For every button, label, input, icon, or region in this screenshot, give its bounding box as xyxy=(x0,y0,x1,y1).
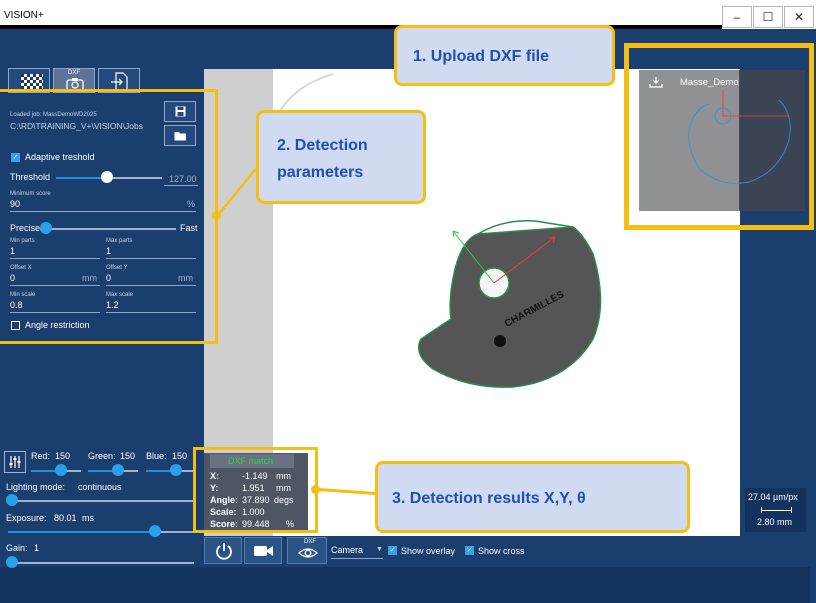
chevron-down-icon[interactable]: ▼ xyxy=(376,546,383,553)
window-title: VISION+ xyxy=(4,10,44,21)
close-button[interactable]: ✕ xyxy=(784,6,814,28)
record-video-button[interactable] xyxy=(244,537,282,564)
show-cross-checkbox[interactable]: ✓ xyxy=(465,546,474,555)
source-select-underline xyxy=(331,558,383,559)
red-slider-handle[interactable] xyxy=(55,464,67,476)
lighting-mode-label: Lighting mode: xyxy=(6,482,66,492)
green-label: Green: xyxy=(88,451,116,461)
green-slider-handle[interactable] xyxy=(112,464,124,476)
maximize-button[interactable]: ☐ xyxy=(753,6,783,28)
power-icon xyxy=(216,543,232,560)
lighting-mode-handle[interactable] xyxy=(6,494,18,506)
dxf-upload-highlight xyxy=(624,43,814,230)
show-cross-label: Show cross xyxy=(478,546,525,556)
blue-slider-handle[interactable] xyxy=(170,464,182,476)
show-overlay-label: Show overlay xyxy=(401,546,456,556)
lighting-settings-button[interactable] xyxy=(4,451,26,473)
scale-bar-left-tick xyxy=(761,507,762,513)
red-value: 150 xyxy=(55,451,71,461)
app-footer xyxy=(0,567,810,603)
lighting-mode-value[interactable]: continuous xyxy=(78,482,122,492)
checkerboard-icon xyxy=(21,74,43,90)
eye-icon xyxy=(298,548,318,558)
gain-slider-handle[interactable] xyxy=(6,556,18,568)
exposure-value: 80.01 xyxy=(54,513,77,523)
red-label: Red: xyxy=(31,451,51,461)
callout-upload-text: 1. Upload DXF file xyxy=(413,48,550,65)
callout-results-text: 3. Detection results X,Y, θ xyxy=(392,490,586,507)
minimize-button[interactable]: – xyxy=(722,6,752,28)
eye-dxf-badge: DXF xyxy=(304,539,316,545)
sliders-icon xyxy=(9,456,21,468)
callout-anchor-3 xyxy=(311,485,320,494)
exposure-slider-handle[interactable] xyxy=(149,525,161,537)
callout-detection-line1: 2. Detection xyxy=(277,137,368,154)
video-camera-icon xyxy=(254,546,273,556)
scale-length: 2.80 mm xyxy=(757,517,793,527)
gain-slider-track[interactable] xyxy=(8,562,194,564)
blue-value: 150 xyxy=(172,451,188,461)
scale-indicator: 27.04 µm/px 2.80 mm xyxy=(745,488,806,532)
callout-detection-params: 2. Detection parameters xyxy=(256,110,426,204)
results-highlight xyxy=(193,447,318,533)
callout-anchor-2 xyxy=(212,211,221,220)
scale-resolution: 27.04 µm/px xyxy=(748,492,798,502)
scale-bar xyxy=(761,510,791,511)
dxf-badge: DXF xyxy=(68,70,80,76)
scale-bar-right-tick xyxy=(791,507,792,513)
callout-detection-line2: parameters xyxy=(277,164,364,181)
exposure-slider-fill xyxy=(8,531,154,533)
gain-label: Gain: xyxy=(6,543,28,553)
power-button[interactable] xyxy=(204,537,242,564)
callout-upload-dxf: 1. Upload DXF file xyxy=(394,25,615,86)
exposure-label: Exposure: xyxy=(6,513,47,523)
show-overlay-checkbox[interactable]: ✓ xyxy=(388,546,397,555)
exposure-unit: ms xyxy=(82,513,94,523)
green-value: 150 xyxy=(120,451,136,461)
lighting-mode-track[interactable] xyxy=(8,500,194,502)
gain-value: 1 xyxy=(34,543,40,553)
callout-detection-results: 3. Detection results X,Y, θ xyxy=(375,461,690,533)
source-select[interactable]: Camera xyxy=(331,545,363,555)
detection-params-highlight xyxy=(0,89,218,344)
blue-label: Blue: xyxy=(146,451,167,461)
show-dxf-overlay-button[interactable]: DXF xyxy=(287,537,327,564)
